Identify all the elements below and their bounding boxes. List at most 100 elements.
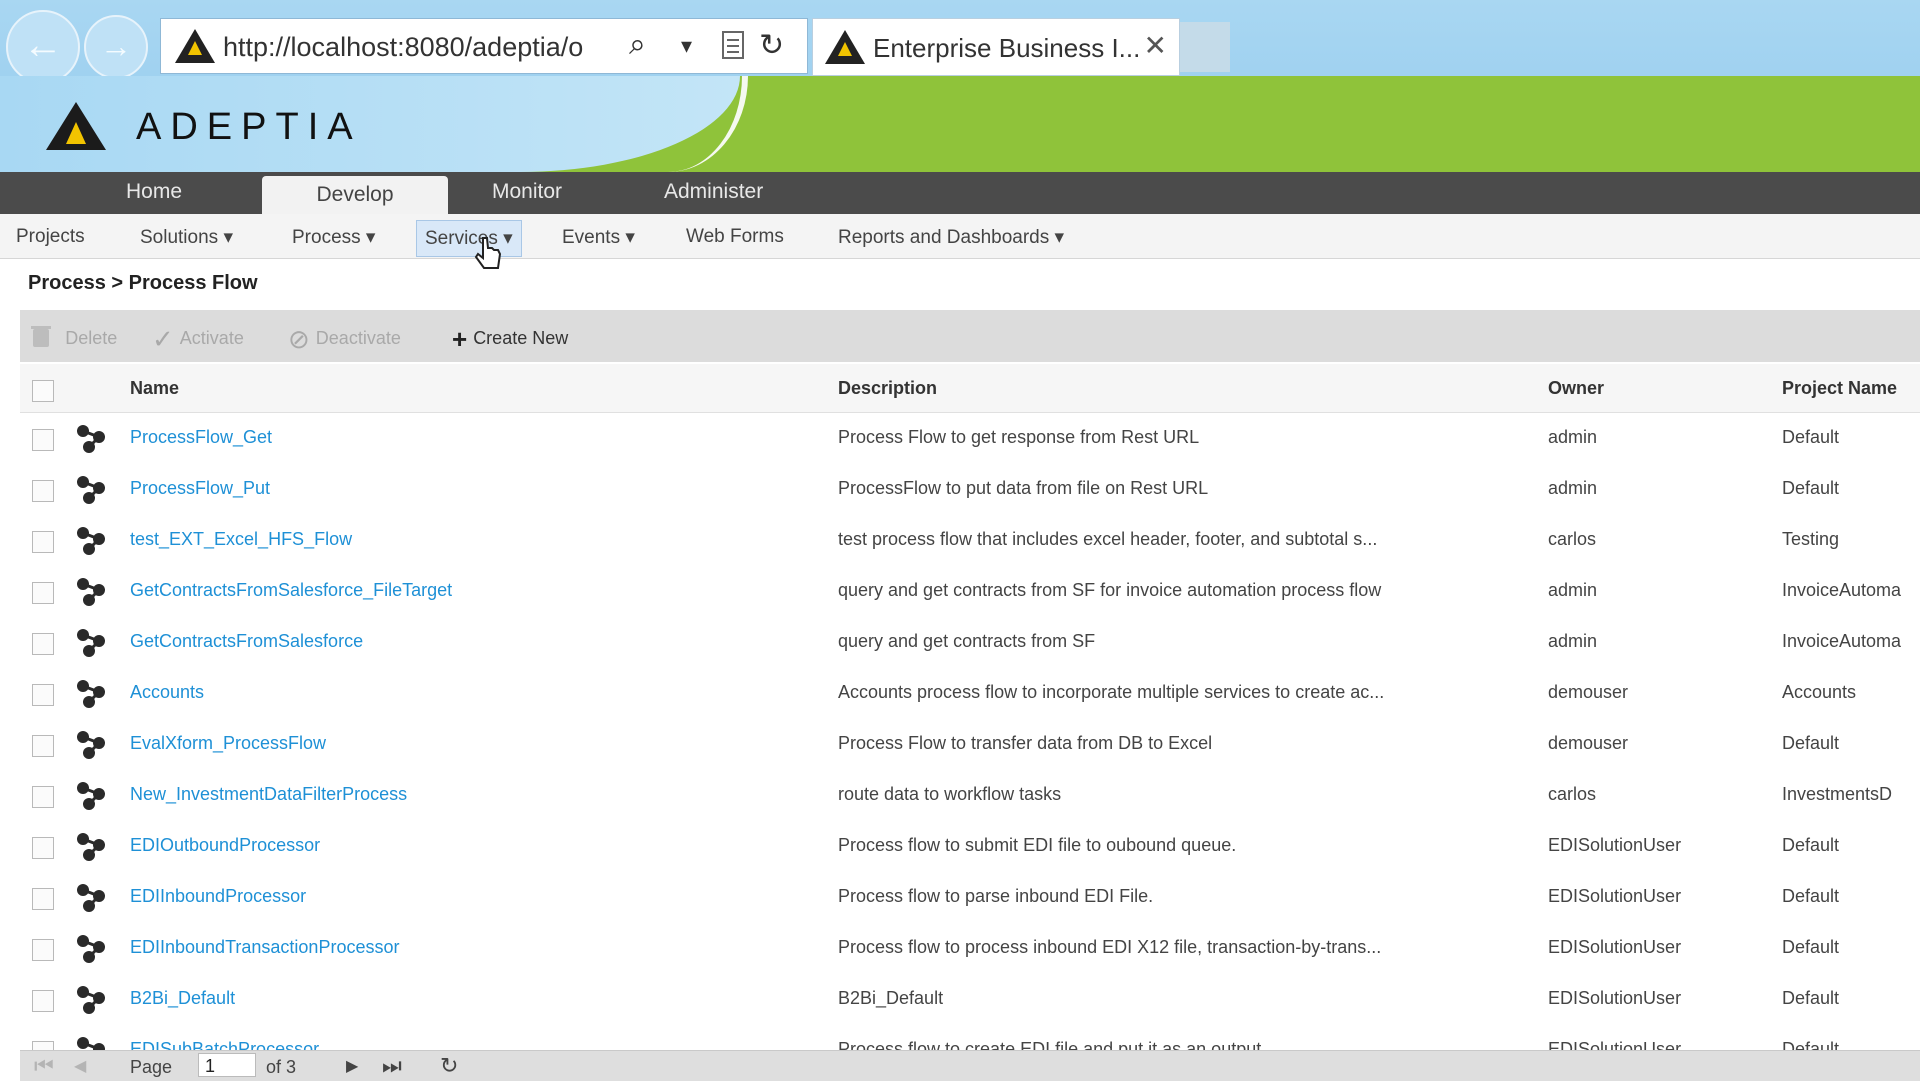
row-owner: EDISolutionUser [1548, 988, 1682, 1008]
delete-button[interactable]: Delete [30, 324, 117, 355]
table-row[interactable]: EvalXform_ProcessFlow Process Flow to tra… [20, 719, 1920, 770]
column-header-owner[interactable]: Owner [1548, 378, 1604, 399]
row-checkbox[interactable] [32, 837, 54, 859]
prev-page-icon[interactable]: ◀ [74, 1056, 86, 1076]
row-checkbox[interactable] [32, 480, 54, 502]
next-page-icon[interactable]: ▶ [346, 1056, 358, 1076]
subnav-solutions[interactable]: Solutions ▾ [140, 226, 233, 249]
table-row[interactable]: EDIInboundProcessor Process flow to parse… [20, 872, 1920, 923]
column-header-description[interactable]: Description [838, 378, 937, 399]
arrow-left-icon: ← [23, 23, 63, 67]
row-name-link[interactable]: EDIInboundProcessor [130, 886, 820, 907]
grid-header: Name Description Owner Project Name [20, 364, 1920, 413]
column-header-name[interactable]: Name [130, 378, 179, 399]
activate-button[interactable]: ✓ Activate [152, 324, 244, 355]
table-row[interactable]: EDIOutboundProcessor Process flow to subm… [20, 821, 1920, 872]
row-name-link[interactable]: GetContractsFromSalesforce_FileTarget [130, 580, 820, 601]
row-name-link[interactable]: EDIOutboundProcessor [130, 835, 820, 856]
table-row[interactable]: ProcessFlow_Get Process Flow to get respo… [20, 413, 1920, 464]
subnav-services[interactable]: Services ▾ [416, 220, 522, 257]
table-row[interactable]: GetContractsFromSalesforce_FileTarget que… [20, 566, 1920, 617]
address-bar[interactable]: http://localhost:8080/adeptia/o ⌕ ▾ ↻ [160, 18, 808, 74]
refresh-grid-icon[interactable]: ↻ [440, 1053, 458, 1079]
row-checkbox[interactable] [32, 1041, 54, 1050]
row-description: route data to workflow tasks [838, 784, 1062, 804]
row-checkbox[interactable] [32, 633, 54, 655]
row-project-name: Default [1782, 988, 1840, 1008]
row-name-link[interactable]: EvalXform_ProcessFlow [130, 733, 820, 754]
row-name-link[interactable]: GetContractsFromSalesforce [130, 631, 820, 652]
row-owner: carlos [1548, 529, 1597, 549]
row-name-link[interactable]: New_InvestmentDataFilterProcess [130, 784, 820, 805]
row-checkbox[interactable] [32, 735, 54, 757]
row-name-link[interactable]: EDISubBatchProcessor [130, 1039, 820, 1050]
process-flow-icon [74, 729, 108, 759]
row-checkbox[interactable] [32, 684, 54, 706]
first-page-icon[interactable]: ⏮ [34, 1053, 54, 1079]
table-row[interactable]: B2Bi_Default B2Bi_Default EDISolutionUser D… [20, 974, 1920, 1025]
table-row[interactable]: EDIInboundTransactionProcessor Process fl… [20, 923, 1920, 974]
row-checkbox[interactable] [32, 888, 54, 910]
address-dropdown-icon[interactable]: ▾ [681, 33, 692, 59]
sub-nav: Projects Solutions ▾ Process ▾ Services … [0, 214, 1920, 259]
address-url[interactable]: http://localhost:8080/adeptia/o [223, 32, 583, 63]
table-row[interactable]: New_InvestmentDataFilterProcess route dat… [20, 770, 1920, 821]
forward-button[interactable]: → [84, 15, 148, 79]
column-header-project-name[interactable]: Project Name [1782, 378, 1920, 399]
row-description: query and get contracts from SF for invo… [838, 580, 1382, 600]
refresh-icon[interactable]: ↻ [759, 28, 784, 63]
row-project-name: Default [1782, 478, 1840, 498]
row-name-link[interactable]: EDIInboundTransactionProcessor [130, 937, 820, 958]
row-name-link[interactable]: B2Bi_Default [130, 988, 820, 1009]
tab-monitor[interactable]: Monitor [492, 180, 562, 204]
trash-icon [30, 324, 59, 354]
subnav-process[interactable]: Process ▾ [292, 226, 375, 249]
table-row[interactable]: EDISubBatchProcessor Process flow to crea… [20, 1025, 1920, 1050]
search-icon[interactable]: ⌕ [629, 28, 646, 62]
plus-icon: + [452, 324, 468, 354]
table-row[interactable]: ProcessFlow_Put ProcessFlow to put data f… [20, 464, 1920, 515]
row-checkbox[interactable] [32, 531, 54, 553]
subnav-reports-dashboards[interactable]: Reports and Dashboards ▾ [838, 226, 1064, 249]
tab-home[interactable]: Home [126, 180, 182, 204]
row-checkbox[interactable] [32, 786, 54, 808]
create-new-button[interactable]: + Create New [452, 324, 568, 355]
new-tab-button[interactable] [1180, 22, 1230, 72]
compatibility-view-icon[interactable] [721, 30, 745, 68]
table-row[interactable]: test_EXT_Excel_HFS_Flow test process flow… [20, 515, 1920, 566]
process-flow-icon [74, 423, 108, 453]
row-project-name: Accounts [1782, 682, 1857, 702]
row-name-link[interactable]: ProcessFlow_Put [130, 478, 820, 499]
tab-administer[interactable]: Administer [664, 180, 763, 204]
row-name-link[interactable]: ProcessFlow_Get [130, 427, 820, 448]
checkmark-icon: ✓ [152, 324, 174, 354]
tab-develop[interactable]: Develop [262, 176, 448, 214]
row-name-link[interactable]: test_EXT_Excel_HFS_Flow [130, 529, 820, 550]
select-all-checkbox[interactable] [32, 380, 54, 402]
page-number-input[interactable]: 1 [198, 1053, 256, 1077]
last-page-icon[interactable]: ⏭ [382, 1053, 402, 1079]
row-checkbox[interactable] [32, 990, 54, 1012]
subnav-projects[interactable]: Projects [16, 226, 85, 248]
row-checkbox[interactable] [32, 429, 54, 451]
subnav-web-forms[interactable]: Web Forms [686, 226, 784, 248]
subnav-events[interactable]: Events ▾ [562, 226, 635, 249]
table-row[interactable]: Accounts Accounts process flow to incorpo… [20, 668, 1920, 719]
row-owner: EDISolutionUser [1548, 937, 1682, 957]
row-project-name: InvoiceAutoma [1782, 631, 1902, 651]
close-tab-icon[interactable]: ✕ [1144, 29, 1167, 62]
row-checkbox[interactable] [32, 582, 54, 604]
row-owner: demouser [1548, 682, 1629, 702]
back-button[interactable]: ← [6, 10, 80, 84]
grid-pager: ⏮ ◀ Page 1 of 3 ▶ ⏭ ↻ [20, 1050, 1920, 1081]
deactivate-button[interactable]: ⊘ Deactivate [288, 324, 401, 355]
row-owner: EDISolutionUser [1548, 886, 1682, 906]
row-project-name: Default [1782, 1039, 1840, 1050]
row-checkbox[interactable] [32, 939, 54, 961]
table-row[interactable]: GetContractsFromSalesforce query and get … [20, 617, 1920, 668]
browser-tab[interactable]: Enterprise Business I... ✕ [812, 18, 1180, 76]
row-description: Accounts process flow to incorporate mul… [838, 682, 1385, 702]
delete-label: Delete [65, 328, 118, 348]
adeptia-favicon-icon [175, 29, 215, 63]
row-name-link[interactable]: Accounts [130, 682, 820, 703]
